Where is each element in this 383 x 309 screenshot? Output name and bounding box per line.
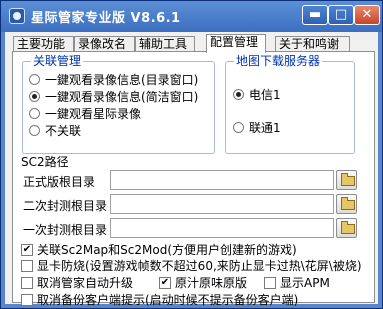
checkbox-label: 显示APM	[280, 276, 330, 290]
folder-icon	[341, 221, 355, 234]
radio-label: 一鍵观看录像信息(简洁窗口)	[45, 90, 199, 104]
checkbox-box	[21, 293, 33, 306]
sc2-path-heading: SC2路径	[21, 155, 69, 169]
radio-assoc-watch-replay[interactable]: 一鍵观看星际录像	[29, 105, 141, 122]
radio-circle	[29, 125, 40, 136]
radio-label: 电信1	[249, 88, 281, 102]
app-icon	[9, 8, 25, 24]
radio-label: 一鍵观看星际录像	[45, 107, 142, 121]
checkbox-show-apm[interactable]: 显示APM	[264, 274, 330, 291]
association-group-title: 关联管理	[31, 53, 84, 69]
radio-circle-selected	[233, 89, 244, 100]
radio-assoc-dir-window[interactable]: 一鍵观看录像信息(目录窗口)	[29, 71, 198, 88]
checkbox-box	[21, 259, 33, 272]
checkbox-original-version[interactable]: 原汁原味原版	[159, 274, 247, 291]
checkbox-label: 取消备份客户端提示(启动时候不提示备份客户端)	[37, 293, 299, 307]
radio-server-unicom[interactable]: 联通1	[233, 119, 281, 136]
map-server-group: 地图下载服务器 电信1 联通1	[225, 53, 355, 154]
path-input-beta2[interactable]	[110, 194, 334, 214]
radio-circle-selected	[29, 91, 40, 102]
checkbox-box-checked	[21, 243, 33, 256]
radio-circle	[29, 74, 40, 85]
checkbox-box	[21, 276, 33, 289]
checkbox-cancel-autoupgrade[interactable]: 取消管家自动升级	[21, 274, 133, 291]
folder-icon	[341, 197, 355, 210]
radio-circle	[233, 122, 244, 133]
checkbox-box-checked	[159, 276, 171, 289]
radio-assoc-simple-window[interactable]: 一鍵观看录像信息(简洁窗口)	[29, 88, 198, 105]
radio-label: 联通1	[249, 121, 281, 135]
checkbox-gpu-protect[interactable]: 显卡防烧(设置游戏帧数不超过60,来防止显卡过热\花屏\被烧)	[21, 257, 362, 274]
tab-about[interactable]: 关于和鸣谢	[275, 36, 350, 52]
checkbox-label: 关联Sc2Map和Sc2Mod(方便用户创建新的游戏)	[37, 243, 297, 257]
checkbox-label: 取消管家自动升级	[37, 276, 134, 290]
tab-replay-rename[interactable]: 录像改名	[74, 36, 135, 52]
association-group: 关联管理 一鍵观看录像信息(目录窗口) 一鍵观看录像信息(简洁窗口) 一鍵观看星…	[22, 53, 215, 154]
tab-config[interactable]: 配置管理	[206, 34, 266, 53]
checkbox-cancel-backup-prompt[interactable]: 取消备份客户端提示(启动时候不提示备份客户端)	[21, 291, 298, 308]
checkbox-label: 原汁原味原版	[175, 276, 248, 290]
folder-icon	[341, 173, 355, 186]
config-panel: 关联管理 一鍵观看录像信息(目录窗口) 一鍵观看录像信息(简洁窗口) 一鍵观看星…	[12, 51, 375, 307]
tab-tools[interactable]: 辅助工具	[135, 36, 195, 52]
browse-button-beta1[interactable]	[336, 218, 357, 238]
window-title: 星际管家专业版 V8.6.1	[31, 11, 181, 26]
radio-circle	[29, 108, 40, 119]
checkbox-associate-maps[interactable]: 关联Sc2Map和Sc2Mod(方便用户创建新的游戏)	[21, 241, 297, 258]
client-area: 主要功能 录像改名 辅助工具 配置管理 关于和鸣谢 关联管理 一鍵观看录像信息(…	[5, 32, 378, 307]
path-label-beta1: 一次封测根目录	[23, 223, 108, 237]
browse-button-release[interactable]	[336, 170, 357, 190]
close-button[interactable]: ✕	[354, 5, 380, 25]
checkbox-label: 显卡防烧(设置游戏帧数不超过60,来防止显卡过热\花屏\被烧)	[37, 259, 362, 273]
title-bar[interactable]: 星际管家专业版 V8.6.1 ▬ □ ✕	[1, 1, 382, 32]
radio-label: 一鍵观看录像信息(目录窗口)	[45, 73, 199, 87]
app-window: 星际管家专业版 V8.6.1 ▬ □ ✕ 主要功能 录像改名 辅助工具 配置管理…	[0, 0, 383, 309]
tab-main-functions[interactable]: 主要功能	[13, 36, 74, 52]
path-label-release: 正式版根目录	[23, 175, 96, 189]
path-label-beta2: 二次封测根目录	[23, 199, 108, 213]
minimize-button[interactable]: ▬	[302, 5, 328, 25]
path-input-beta1[interactable]	[110, 218, 334, 238]
checkbox-box	[264, 276, 276, 289]
path-input-release[interactable]	[110, 170, 334, 190]
radio-server-telecom[interactable]: 电信1	[233, 86, 281, 103]
browse-button-beta2[interactable]	[336, 194, 357, 214]
maximize-button[interactable]: □	[328, 5, 354, 25]
radio-assoc-none[interactable]: 不关联	[29, 122, 81, 139]
radio-label: 不关联	[45, 124, 82, 138]
map-server-group-title: 地图下载服务器	[234, 53, 323, 69]
